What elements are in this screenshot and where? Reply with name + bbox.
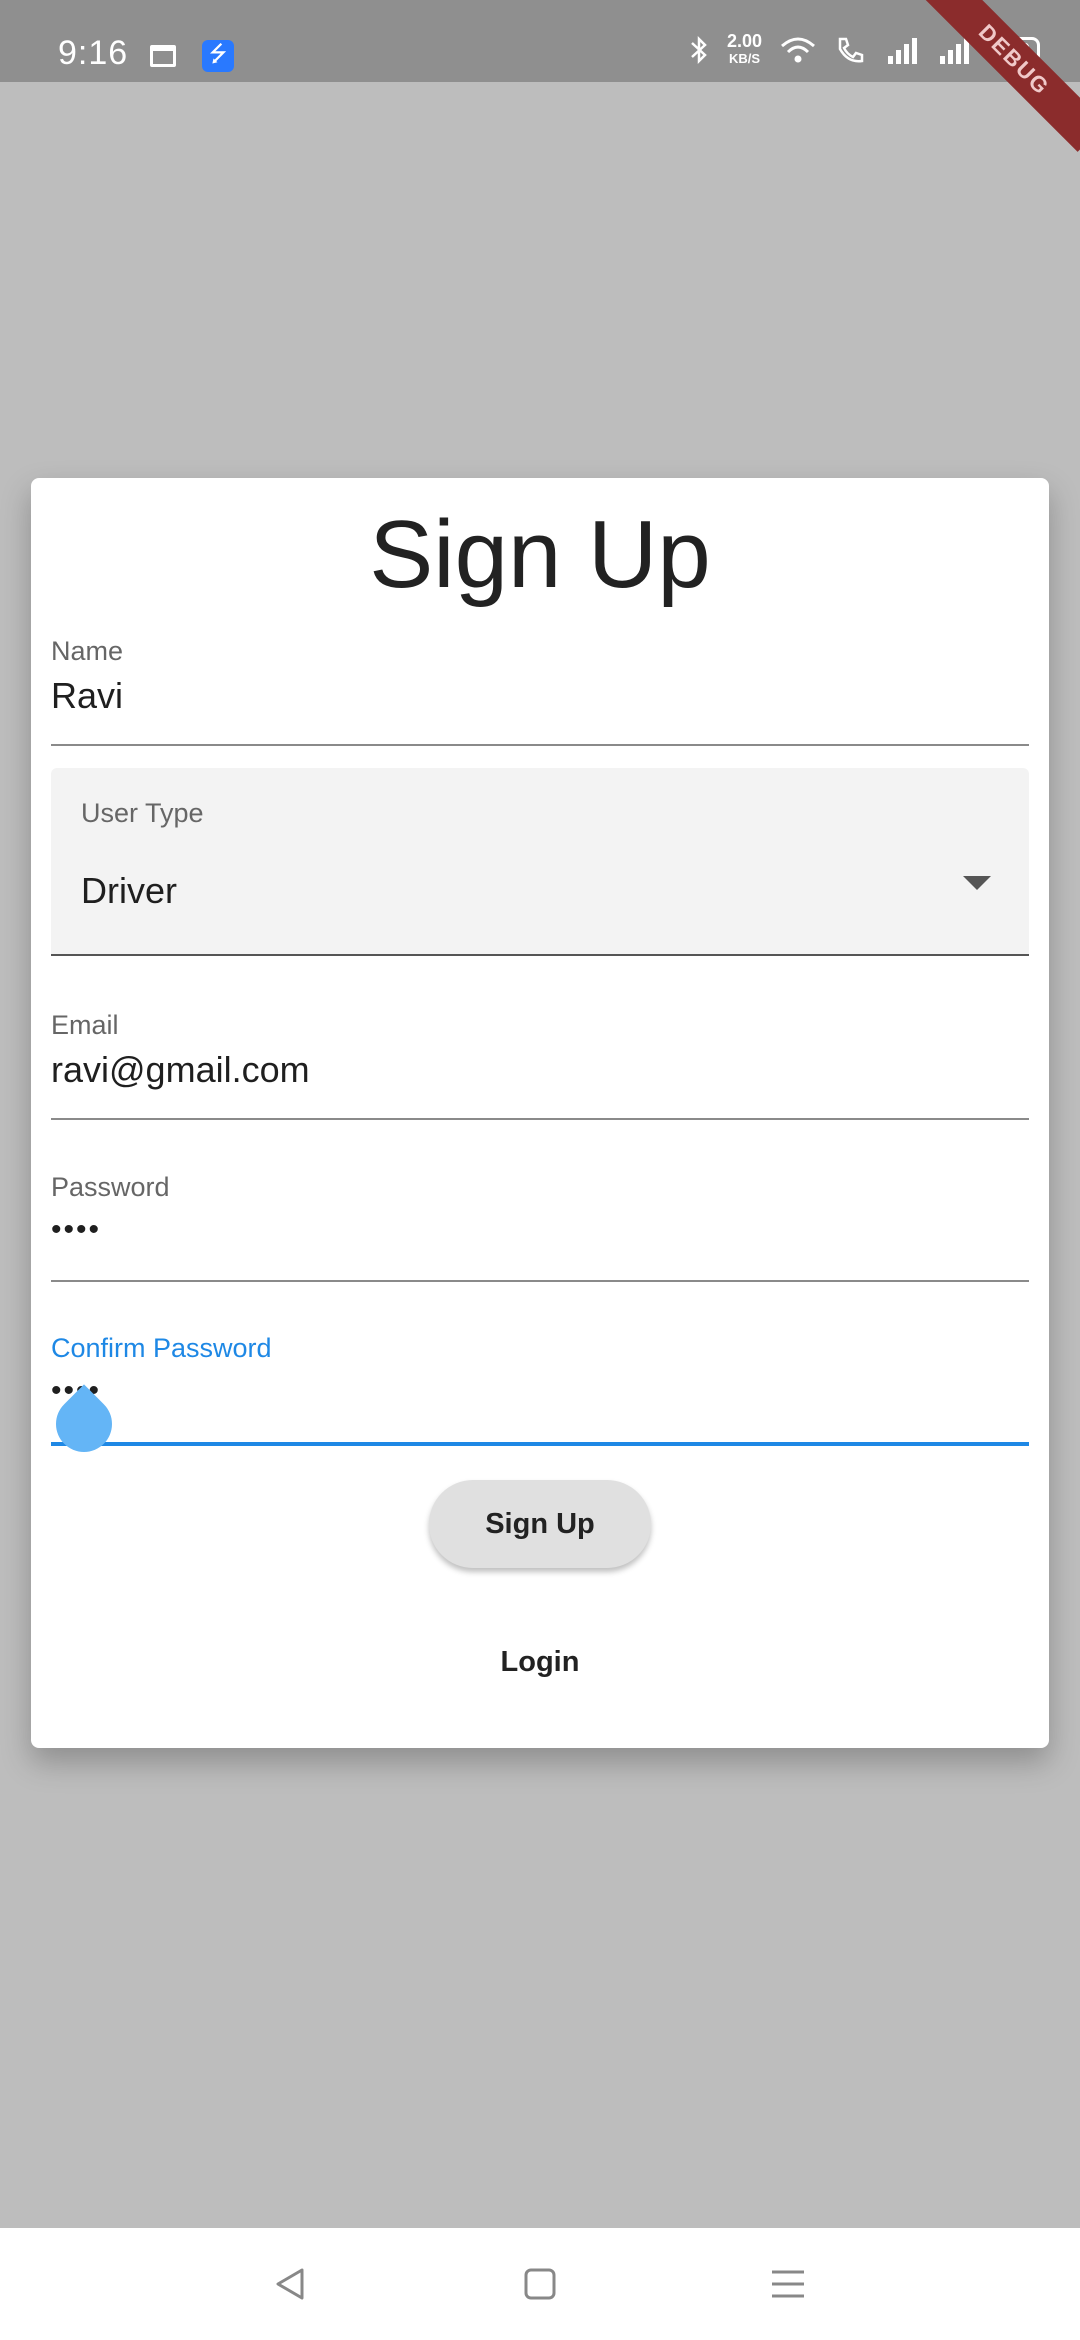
email-field[interactable]: Email ravi@gmail.com: [51, 1010, 1029, 1120]
status-time: 9:16: [58, 34, 129, 72]
name-value: Ravi: [51, 675, 124, 716]
net-speed: 2.00 KB/S: [727, 32, 762, 68]
page-title: Sign Up: [369, 501, 711, 608]
signup-card: Sign Up Name Ravi User Type Driver Email…: [31, 478, 1049, 1748]
name-field[interactable]: Name Ravi: [51, 636, 1029, 746]
signup-button[interactable]: Sign Up: [429, 1480, 651, 1568]
back-button[interactable]: [268, 2262, 312, 2306]
name-label: Name: [51, 636, 124, 666]
user-type-underline: [51, 954, 1029, 956]
status-left-icons: ⭍: [150, 40, 234, 72]
menu-icon: [772, 2270, 804, 2298]
confirm-password-value: ••••: [51, 1374, 1029, 1408]
net-speed-unit: KB/S: [728, 51, 760, 66]
recents-button[interactable]: [766, 2262, 810, 2306]
email-underline: [51, 1118, 1029, 1120]
status-bar: 9:16 ⭍ 2.00 KB/S 100 DEBUG: [0, 0, 1080, 152]
bluetooth-icon: [691, 35, 707, 65]
confirm-password-field[interactable]: Confirm Password ••••: [51, 1333, 1029, 1446]
email-value: ravi@gmail.com: [51, 1049, 310, 1090]
user-type-value: Driver: [81, 870, 177, 911]
user-type-dropdown[interactable]: User Type Driver: [51, 768, 1029, 956]
chevron-down-icon: [963, 876, 991, 890]
user-type-label: User Type: [81, 798, 204, 828]
net-speed-value: 2.00: [726, 31, 762, 51]
confirm-password-label: Confirm Password: [51, 1333, 272, 1363]
home-button[interactable]: [518, 2262, 562, 2306]
wifi-icon: [781, 37, 815, 63]
navigation-bar: [0, 2228, 1080, 2340]
password-field[interactable]: Password ••••: [51, 1172, 1029, 1282]
confirm-password-underline: [51, 1442, 1029, 1446]
login-link[interactable]: Login: [31, 1646, 1049, 1679]
signal-icon: [888, 38, 917, 64]
email-label: Email: [51, 1010, 119, 1040]
password-value: ••••: [51, 1213, 102, 1246]
password-underline: [51, 1280, 1029, 1282]
password-label: Password: [51, 1172, 170, 1202]
home-icon: [524, 2268, 556, 2300]
calendar-icon: [150, 45, 176, 67]
name-underline: [51, 744, 1029, 746]
usb-icon: ⭍: [202, 40, 234, 72]
back-icon: [276, 2268, 304, 2300]
call-icon: [838, 37, 864, 63]
debug-ribbon: DEBUG: [922, 0, 1080, 152]
